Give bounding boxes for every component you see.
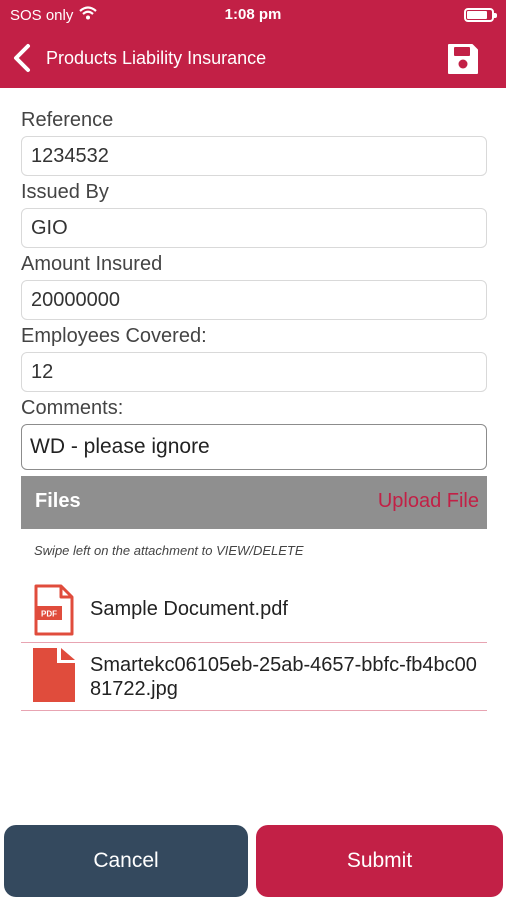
battery-icon [464,8,497,22]
file-list-item[interactable]: Smartekc06105eb-25ab-4657-bbfc-fb4bc0081… [21,643,487,711]
back-button[interactable] [8,40,38,76]
files-title: Files [35,490,81,512]
status-time: 1:08 pm [224,6,282,23]
comments-input[interactable]: WD - please ignore [21,424,487,470]
reference-input[interactable]: 1234532 [21,136,487,176]
cancel-button[interactable]: Cancel [4,825,248,897]
status-bar: SOS only 1:08 pm [0,0,506,28]
file-name: Smartekc06105eb-25ab-4657-bbfc-fb4bc0081… [90,654,477,700]
amount-insured-input[interactable]: 20000000 [21,280,487,320]
files-header: Files Upload File [21,476,487,529]
employees-covered-label: Employees Covered: [21,325,207,347]
submit-button[interactable]: Submit [256,825,503,897]
nav-bar: Products Liability Insurance [0,28,506,88]
pdf-file-icon: PDF [33,584,75,641]
reference-label: Reference [21,109,114,131]
comments-label: Comments: [21,397,124,419]
employees-covered-input[interactable]: 12 [21,352,487,392]
chevron-left-icon [14,44,30,72]
amount-insured-label: Amount Insured [21,253,163,275]
upload-file-button[interactable]: Upload File [378,490,479,513]
swipe-hint: Swipe left on the attachment to VIEW/DEL… [34,543,304,558]
battery-level [467,11,487,19]
file-name: Sample Document.pdf [90,598,288,620]
issued-by-input[interactable]: GIO [21,208,487,248]
save-button[interactable] [446,42,480,76]
issued-by-label: Issued By [21,181,109,203]
file-list-item[interactable]: PDF Sample Document.pdf [21,578,487,643]
insurance-form: Reference 1234532 Issued By GIO Amount I… [21,104,487,470]
screen: SOS only 1:08 pm Products Liability Insu… [0,0,506,900]
file-icon [33,648,75,707]
pdf-badge: PDF [41,610,57,619]
page-title: Products Liability Insurance [46,48,267,68]
floppy-disk-icon [448,44,478,74]
